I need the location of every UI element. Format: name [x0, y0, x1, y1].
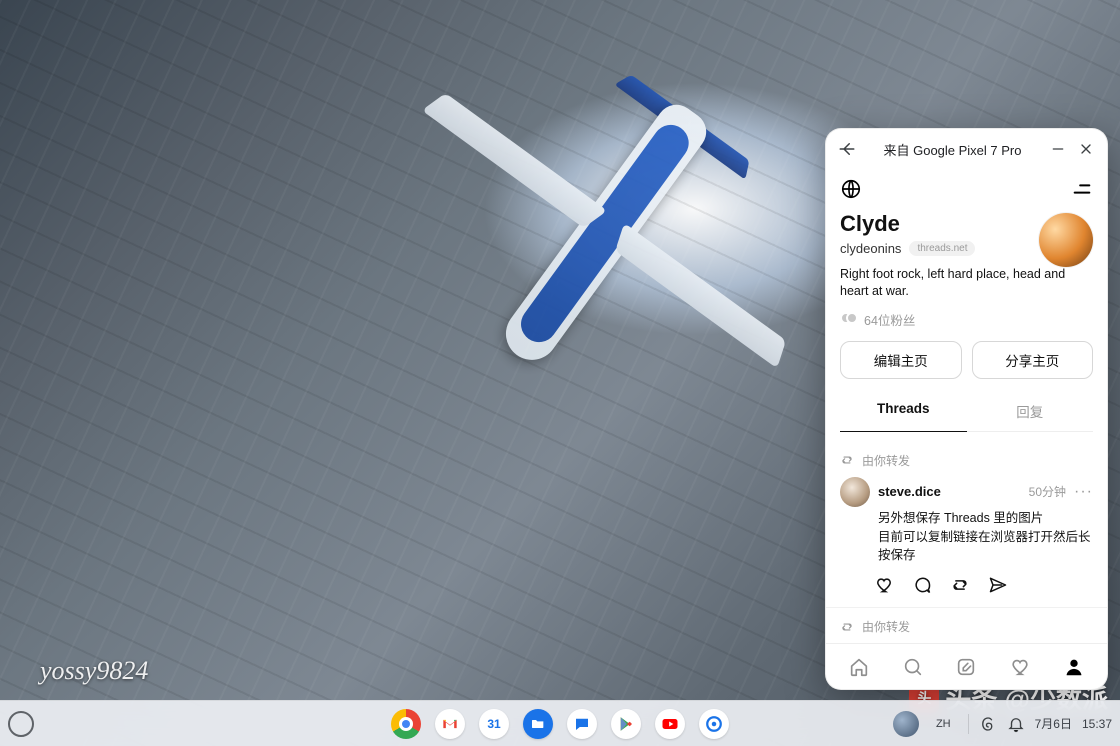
repost-indicator: 由你转发	[826, 608, 1107, 639]
nav-compose-icon[interactable]	[955, 656, 977, 678]
repost-action-icon[interactable]	[950, 575, 970, 595]
threads-app-bar	[826, 169, 1107, 209]
profile-tabs: Threads 回复	[840, 391, 1093, 432]
tray-date[interactable]: 7月6日	[1035, 715, 1072, 732]
post-username[interactable]: steve.dice	[878, 484, 941, 499]
threads-domain-chip[interactable]: threads.net	[909, 241, 975, 256]
followers-avatars-icon	[840, 312, 858, 326]
shelf-app-icon[interactable]	[699, 709, 729, 739]
profile-handle: clydeonins	[840, 241, 901, 256]
pixel-phone-window: 来自 Google Pixel 7 Pro Clyde clydeonins t…	[825, 128, 1108, 690]
post-actions	[874, 575, 1093, 595]
like-icon[interactable]	[874, 575, 894, 595]
tray-time[interactable]: 15:37	[1082, 717, 1112, 731]
shelf-messages-icon[interactable]	[567, 709, 597, 739]
minimize-icon	[1050, 141, 1066, 157]
repost-label: 由你转发	[862, 618, 910, 635]
profile-avatar[interactable]	[1039, 213, 1093, 267]
repost-icon	[840, 620, 854, 634]
minimize-button[interactable]	[1047, 138, 1069, 160]
tray-ime-indicator[interactable]: ZH	[929, 715, 958, 733]
wallpaper-plane	[354, 0, 845, 473]
post-more-button[interactable]: ···	[1074, 488, 1093, 496]
repost-label: 由你转发	[862, 452, 910, 469]
globe-icon[interactable]	[840, 178, 862, 200]
shelf-youtube-icon[interactable]	[655, 709, 685, 739]
tray-threads-icon[interactable]	[979, 715, 997, 733]
profile-section: Clyde clydeonins threads.net Right foot …	[826, 209, 1107, 442]
chromeos-shelf: 31 ZH 7月6日 15:37	[0, 700, 1120, 746]
shelf-playstore-icon[interactable]	[611, 709, 641, 739]
wallpaper-credit: yossy9824	[40, 656, 148, 686]
edit-profile-button[interactable]: 编辑主页	[840, 341, 962, 379]
calendar-day-label: 31	[487, 717, 500, 731]
menu-icon[interactable]	[1071, 178, 1093, 200]
threads-bottom-nav	[826, 643, 1107, 689]
shelf-gmail-icon[interactable]	[435, 709, 465, 739]
nav-home-icon[interactable]	[848, 656, 870, 678]
share-profile-button[interactable]: 分享主页	[972, 341, 1094, 379]
nav-activity-icon[interactable]	[1009, 656, 1031, 678]
post-body: 另外想保存 Threads 里的图片 目前可以复制链接在浏览器打开然后长按保存	[878, 509, 1093, 565]
nav-profile-icon[interactable]	[1063, 656, 1085, 678]
post-time: 50分钟	[1029, 483, 1066, 500]
feed: 由你转发 steve.dice 50分钟 ··· 另外想保存 Threads 里…	[826, 442, 1107, 643]
tray-separator	[968, 714, 969, 734]
back-button[interactable]	[836, 138, 858, 160]
followers-row[interactable]: 64位粉丝	[840, 310, 1093, 329]
shelf-chrome-icon[interactable]	[391, 709, 421, 739]
tray-profile-avatar[interactable]	[893, 711, 919, 737]
post[interactable]: steve.dice 50分钟 ··· 另外想保存 Threads 里的图片 目…	[826, 473, 1107, 608]
tab-threads[interactable]: Threads	[840, 391, 967, 432]
close-icon	[1078, 141, 1094, 157]
launcher-button[interactable]	[8, 711, 34, 737]
shelf-calendar-icon[interactable]: 31	[479, 709, 509, 739]
close-button[interactable]	[1075, 138, 1097, 160]
window-titlebar: 来自 Google Pixel 7 Pro	[826, 129, 1107, 169]
tray-notification-icon[interactable]	[1007, 715, 1025, 733]
repost-icon	[840, 453, 854, 467]
shelf-files-icon[interactable]	[523, 709, 553, 739]
share-icon[interactable]	[988, 575, 1008, 595]
post-avatar[interactable]	[840, 477, 870, 507]
repost-indicator: 由你转发	[826, 442, 1107, 473]
profile-bio: Right foot rock, left hard place, head a…	[840, 266, 1093, 300]
comment-icon[interactable]	[912, 575, 932, 595]
tab-replies[interactable]: 回复	[967, 391, 1094, 432]
nav-search-icon[interactable]	[902, 656, 924, 678]
arrow-left-icon	[838, 140, 856, 158]
followers-count: 64位粉丝	[864, 310, 915, 329]
window-title: 来自 Google Pixel 7 Pro	[864, 140, 1041, 159]
